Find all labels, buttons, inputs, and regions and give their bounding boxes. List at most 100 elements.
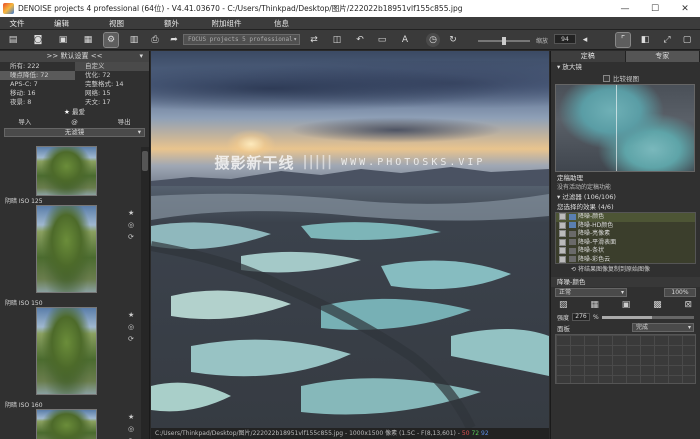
thumbnail-scrollbar[interactable] [141, 147, 149, 439]
redo-icon[interactable]: ↻ [446, 33, 460, 47]
panel-toggle-icon[interactable]: ▢ [680, 33, 694, 47]
favorites-item[interactable]: ★ 最爱 [0, 107, 149, 117]
target-icon[interactable]: ◎ [128, 323, 134, 331]
settings-gear-icon[interactable]: ⚙ [103, 32, 119, 48]
category-item[interactable]: 移动: 16 [0, 89, 75, 98]
preset-thumbnail[interactable] [36, 205, 97, 293]
compare-icon[interactable]: ◫ [330, 33, 344, 47]
effect-checkbox[interactable] [559, 238, 566, 246]
import-button[interactable]: 导入 [0, 117, 50, 127]
gradient-icon[interactable]: ▣ [622, 300, 631, 310]
star-icon[interactable]: ★ [128, 413, 134, 421]
effect-item[interactable]: 降噪-条状 [556, 247, 695, 256]
clock-icon[interactable]: ◷ [426, 33, 440, 47]
eraser-icon[interactable]: ▩ [653, 300, 662, 310]
new-file-icon[interactable]: ▤ [6, 33, 20, 47]
star-icon[interactable]: ★ [128, 311, 134, 319]
open-folder-icon[interactable]: ▣ [56, 33, 70, 47]
image-canvas[interactable]: 摄影新干线 ||||| WWW.PHOTOSKS.VIP [151, 51, 549, 428]
maximize-button[interactable]: ☐ [640, 0, 670, 17]
menu-addons[interactable]: 附加组件 [199, 18, 254, 29]
star-icon[interactable]: ★ [128, 209, 134, 217]
refresh-icon[interactable]: ⟳ [128, 335, 134, 343]
refresh-icon[interactable]: ⟳ [128, 233, 134, 241]
menu-file[interactable]: 文件 [0, 18, 34, 29]
zoom-slider-knob[interactable] [502, 37, 506, 45]
panel-select[interactable]: 完成 ▾ [632, 323, 694, 332]
print-icon[interactable]: ⎙ [148, 33, 162, 47]
category-item[interactable]: 夜景: 8 [0, 98, 75, 107]
plugin-icon[interactable]: ⇄ [307, 33, 321, 47]
filter-select[interactable]: 无滤镜 ▾ [4, 128, 145, 137]
zoom-step-icon[interactable]: ◂ [578, 33, 592, 47]
denoise-color-title[interactable]: 降噪-颜色 [551, 277, 700, 287]
target-icon[interactable]: ◎ [128, 221, 134, 229]
menu-extra[interactable]: 额外 [144, 18, 199, 29]
effect-checkbox[interactable] [559, 230, 566, 238]
effect-checkbox[interactable] [559, 247, 566, 255]
minimize-button[interactable]: — [610, 0, 640, 17]
tab-preset[interactable]: 定稿 [551, 51, 626, 62]
strength-value[interactable]: 276 [572, 313, 591, 321]
compare-checkbox[interactable] [603, 74, 610, 82]
preset-panel: >> 默认设置 << ▾ 所有: 222 自定义 噪点降低: 72 优化: 72 APS… [0, 51, 150, 439]
effect-item[interactable]: 降噪-颜色 [556, 213, 695, 222]
strength-control[interactable]: 强度 276 % [551, 312, 700, 322]
category-item[interactable]: APS-C: 7 [0, 80, 75, 89]
effect-checkbox[interactable] [559, 221, 566, 229]
zoom-value[interactable]: 94 [554, 34, 576, 44]
opacity-input[interactable]: 100% [664, 288, 696, 297]
undo-icon[interactable]: ↶ [353, 33, 367, 47]
preset-thumbnail[interactable] [36, 307, 97, 395]
category-item[interactable]: 完整格式: 14 [75, 80, 149, 89]
blend-mode-select[interactable]: 正常 ▾ [555, 288, 627, 297]
preset-thumbnail[interactable] [36, 409, 97, 439]
preset-thumbnail[interactable] [36, 146, 97, 196]
magnifier-title[interactable]: ▾ 放大镜 [551, 62, 700, 72]
category-item[interactable]: 噪点降低: 72 [0, 71, 75, 80]
reset-icon[interactable]: ⊠ [684, 300, 692, 310]
effect-item[interactable]: 降噪-平滑表面 [556, 238, 695, 248]
category-item[interactable]: 网络: 15 [75, 89, 149, 98]
text-icon[interactable]: A [398, 33, 412, 47]
status-green-value: 72 [471, 430, 480, 437]
raw-icon[interactable]: ▦ [81, 33, 95, 47]
effect-checkbox[interactable] [559, 255, 566, 263]
category-item[interactable]: 所有: 222 [0, 62, 75, 71]
brush-icon[interactable]: ▦ [590, 300, 599, 310]
at-icon[interactable]: @ [50, 117, 100, 127]
target-icon[interactable]: ◎ [128, 425, 134, 433]
open-camera-icon[interactable]: ◙ [31, 33, 45, 47]
effect-swatch-icon [569, 256, 576, 263]
category-item[interactable]: 优化: 72 [75, 71, 149, 80]
category-item[interactable]: 天文: 17 [75, 98, 149, 107]
close-button[interactable]: ✕ [670, 0, 700, 17]
export-button[interactable]: 导出 [99, 117, 149, 127]
filter-count[interactable]: ▾ 过滤器 (106/106) [551, 192, 700, 202]
split-view-icon[interactable]: ◧ [638, 33, 652, 47]
preset-header[interactable]: >> 默认设置 << ▾ [0, 51, 149, 62]
chevron-down-icon[interactable]: ▾ [139, 51, 143, 62]
menu-view[interactable]: 视图 [89, 18, 144, 29]
layout-icon[interactable]: ▭ [375, 33, 389, 47]
curve-editor[interactable] [555, 334, 696, 384]
share-icon[interactable]: ➦ [167, 33, 181, 47]
preset-select[interactable]: FOCUS projects 5 professional ▾ [183, 34, 300, 45]
effect-item[interactable]: 降噪-彩色云 [556, 255, 695, 263]
category-item[interactable]: 自定义 [75, 62, 149, 71]
compare-view-toggle[interactable]: 比较视图 [551, 72, 700, 84]
magnifier-preview[interactable] [555, 84, 695, 172]
menu-edit[interactable]: 编辑 [34, 18, 89, 29]
fullscreen-icon[interactable]: ⤢ [660, 33, 674, 47]
effect-checkbox[interactable] [559, 213, 566, 220]
mask-icon[interactable]: ▨ [559, 300, 568, 310]
finishing-panel: 定稿 专家 ▾ 放大镜 比较视图 定稿助理 没有活动的定稿功能 ▾ 过滤器 (1… [550, 51, 700, 439]
save-icon[interactable]: ▥ [127, 33, 141, 47]
strength-slider[interactable] [601, 315, 694, 319]
menu-info[interactable]: 信息 [254, 18, 309, 29]
crop-icon[interactable]: ⌜ [615, 32, 631, 48]
tab-expert[interactable]: 专家 [625, 51, 700, 62]
effect-item[interactable]: 降噪-亮像素 [556, 230, 695, 239]
effect-item[interactable]: 降噪-HD颜色 [556, 221, 695, 231]
copy-to-original-button[interactable]: ⟲ 将结果图像复制到原始图像 [551, 264, 700, 275]
